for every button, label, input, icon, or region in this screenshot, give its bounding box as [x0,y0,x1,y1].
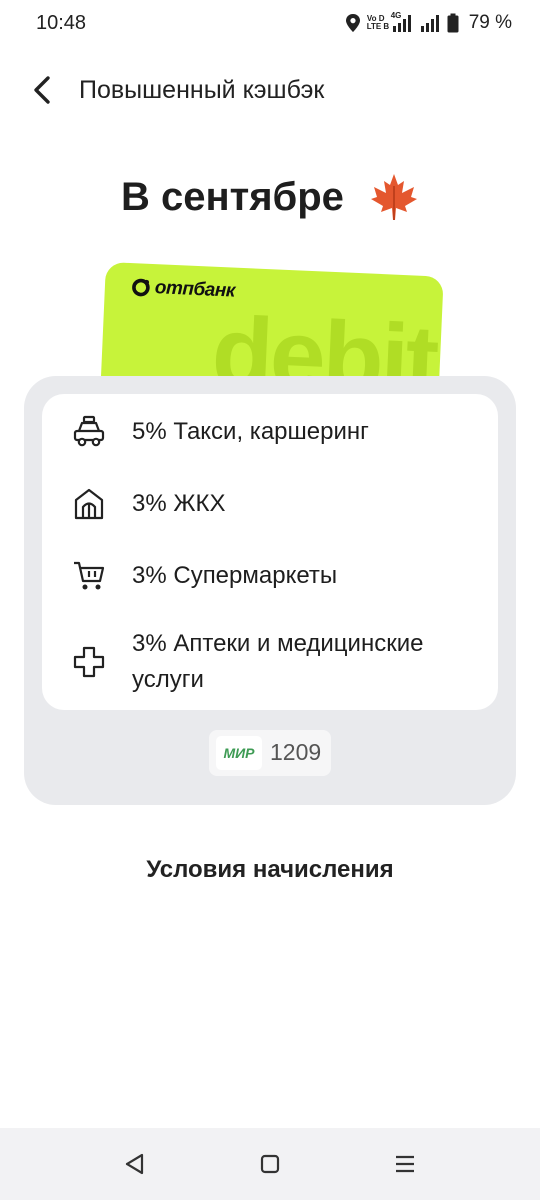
cart-icon [74,561,105,590]
signal-icon: 4G [391,11,413,33]
system-nav-bar [0,1128,540,1200]
header: Повышенный кэшбэк [0,62,540,120]
house-icon [74,488,104,520]
conditions-link[interactable]: Условия начисления [0,856,540,884]
list-item[interactable]: 3% ЖКХ [42,486,498,522]
medical-cross-icon [73,646,105,678]
page-title: Повышенный кэшбэк [79,76,325,104]
list-item[interactable]: 5% Такси, каршеринг [42,414,498,450]
month-title: В сентябре [120,174,344,219]
square-home-icon[interactable] [256,1150,284,1178]
month-heading: В сентябре [0,172,540,222]
taxi-icon [73,415,105,447]
cashback-list: 5% Такси, каршеринг 3% ЖКХ 3% Супермарке… [42,394,498,710]
otp-logo-icon [132,278,150,297]
cashback-label: 5% Такси, каршеринг [132,418,369,445]
list-item[interactable]: 3% Аптеки и медицинские услуги [42,626,498,698]
cashback-panel: 5% Такси, каршеринг 3% ЖКХ 3% Супермарке… [24,376,516,805]
volte-indicator: Vo D LTE B [366,14,390,31]
triangle-back-icon[interactable] [121,1150,149,1178]
status-bar: 10:48 Vo D LTE B 4G 79 % [0,0,540,48]
signal-2-icon [420,15,439,32]
location-icon [345,14,360,32]
status-icons: Vo D LTE B 4G 79 % [345,11,512,34]
mir-logo: МИР [216,736,262,770]
battery-percent: 79 % [468,12,512,33]
maple-leaf-icon [371,174,418,220]
cashback-label: 3% Супермаркеты [132,562,338,589]
payment-card-chip[interactable]: МИР 1209 [209,730,331,776]
menu-lines-icon[interactable] [391,1150,419,1178]
status-time: 10:48 [36,12,87,34]
back-arrow-icon[interactable] [26,72,62,108]
list-item[interactable]: 3% Супермаркеты [42,558,498,594]
battery-icon [447,13,459,33]
cashback-label: 3% Аптеки и медицинские услуги [132,630,424,693]
card-last-digits: 1209 [270,739,322,765]
cashback-label: 3% ЖКХ [132,490,226,517]
